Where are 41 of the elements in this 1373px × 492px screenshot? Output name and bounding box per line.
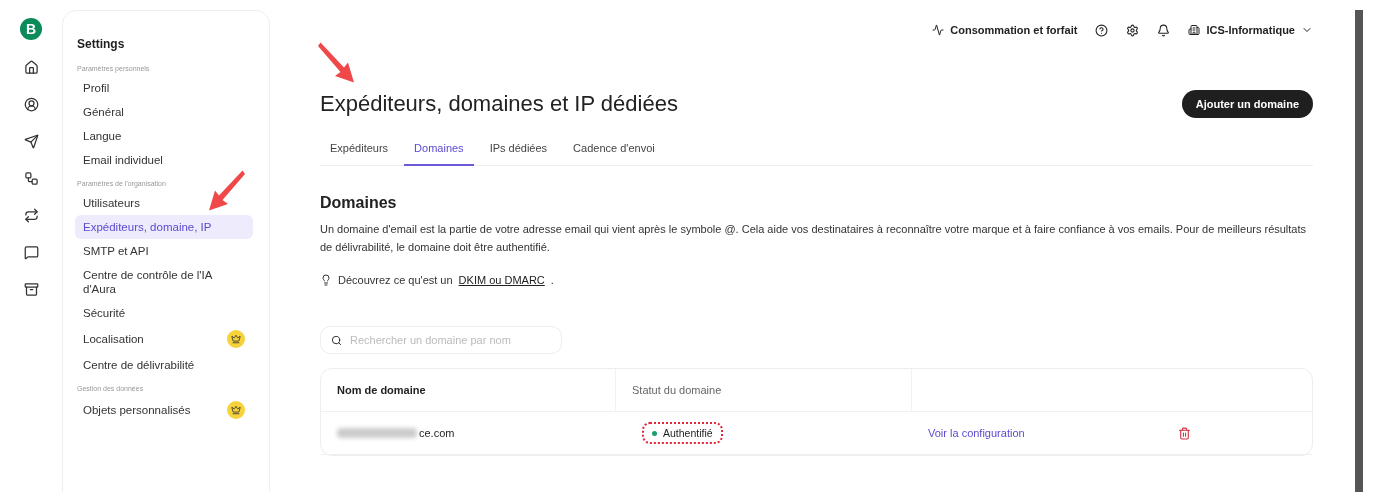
search-field[interactable]: Rechercher un domaine par nom	[320, 326, 562, 354]
domain-name: ce.com	[419, 427, 455, 439]
trash-icon[interactable]	[1178, 426, 1191, 440]
page-title: Expéditeurs, domaines et IP dédiées	[320, 91, 678, 117]
sidebar-item[interactable]: Centre de contrôle de l'IA d'Aura	[75, 263, 253, 301]
building-icon	[1188, 24, 1201, 36]
sidebar-item[interactable]: Sécurité	[75, 301, 253, 325]
tip-text: Découvrez ce qu'est un	[338, 274, 453, 286]
tab[interactable]: Cadence d'envoi	[563, 134, 665, 166]
search-icon	[331, 334, 342, 346]
sidebar-item[interactable]: Email individuel	[75, 148, 253, 172]
add-domain-button[interactable]: Ajouter un domaine	[1181, 90, 1313, 118]
lightbulb-icon	[320, 274, 332, 286]
sidebar-item[interactable]: Général	[75, 100, 253, 124]
usage-link[interactable]: Consommation et forfait	[932, 24, 1078, 36]
logo: B	[20, 18, 42, 40]
dkim-link[interactable]: DKIM ou DMARC	[458, 274, 545, 286]
view-config-link[interactable]: Voir la configuration	[928, 427, 1025, 439]
sidebar-item[interactable]: Localisation	[75, 325, 253, 353]
status-badge: Authentifié	[642, 422, 723, 444]
activity-icon	[932, 24, 945, 36]
account-menu[interactable]: ICS-Informatique	[1188, 24, 1313, 36]
column-header: Nom de domaine	[321, 369, 616, 411]
column-header: Statut du domaine	[616, 369, 912, 411]
bell-icon[interactable]	[1157, 23, 1171, 37]
description: Un domaine d'email est la partie de votre adresse email qui vient après le symbole @. Cela aide vos destinataires à reconnaître votre marque et à faire confiance à vos emails. Pour de meilleurs résultats de délivrabilité, le domaine doit être authentifié.	[320, 222, 1308, 255]
sidebar-item[interactable]: Langue	[75, 124, 253, 148]
help-icon[interactable]	[1095, 23, 1109, 37]
sidebar-item[interactable]: SMTP et API	[75, 239, 253, 263]
sidebar-item[interactable]: Expéditeurs, domaine, IP	[75, 215, 253, 239]
sidebar-item[interactable]: Utilisateurs	[75, 191, 253, 215]
section-title: Domaines	[320, 194, 398, 212]
tip-suffix: .	[550, 274, 554, 286]
tab[interactable]: Expéditeurs	[320, 134, 399, 166]
sidebar-item[interactable]: Centre de délivrabilité	[75, 353, 253, 377]
tab[interactable]: IPs dédiées	[479, 134, 558, 166]
sidebar-title: Settings	[77, 37, 126, 51]
sidebar-item[interactable]: Objets personnalisés	[75, 396, 253, 424]
sidebar-item[interactable]: Profil	[75, 76, 253, 100]
tab[interactable]: Domaines	[404, 134, 474, 166]
settings-icon[interactable]	[1126, 23, 1140, 37]
